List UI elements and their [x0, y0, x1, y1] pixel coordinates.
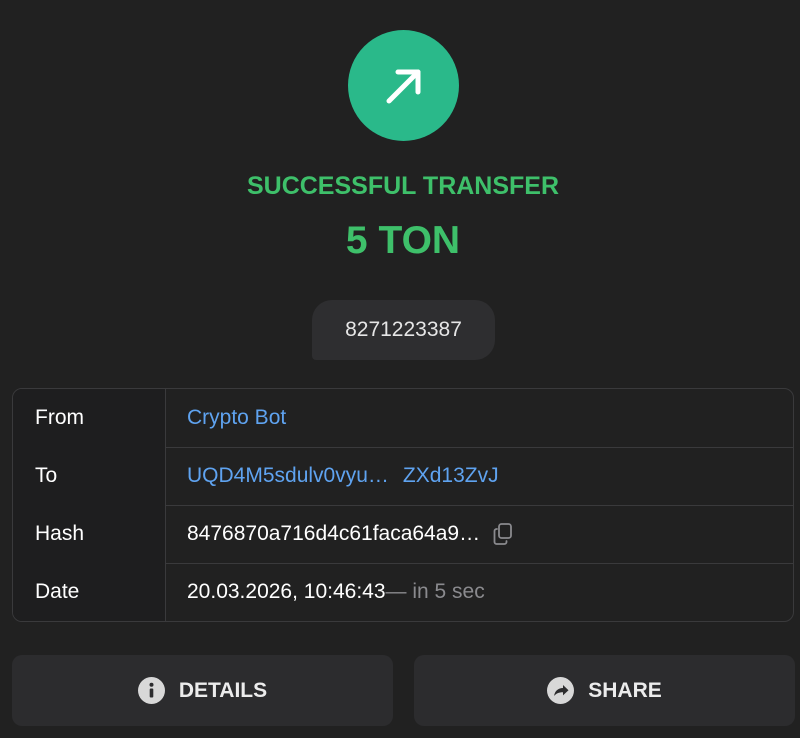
date-relative: — in 5 sec — [385, 580, 485, 603]
share-icon — [547, 677, 575, 704]
hash-value: 8476870a716d4c61faca64a9… — [187, 522, 481, 545]
status-title: SUCCESSFUL TRANSFER — [246, 172, 560, 200]
arrow-up-right-icon — [386, 69, 420, 103]
row-hash: Hash 8476870a716d4c61faca64a9… — [13, 505, 793, 564]
hash-label: Hash — [13, 505, 166, 563]
transaction-page: SUCCESSFUL TRANSFER 5 TON 8271223387 Fro… — [0, 0, 800, 738]
from-value-cell: Crypto Bot — [166, 389, 793, 447]
to-address-link[interactable]: UQD4M5sdulv0vyu… ZXd13ZvJ — [187, 464, 499, 488]
row-to: To UQD4M5sdulv0vyu… ZXd13ZvJ — [13, 447, 793, 506]
to-address-start: UQD4M5sdulv0vyu… — [187, 464, 389, 487]
share-button-label: SHARE — [588, 678, 662, 702]
row-date: Date 20.03.2026, 10:46:43 — in 5 sec — [13, 563, 793, 621]
date-value-cell: 20.03.2026, 10:46:43 — in 5 sec — [166, 563, 793, 621]
share-button[interactable]: SHARE — [414, 655, 795, 726]
comment-bubble: 8271223387 — [312, 300, 495, 360]
details-button[interactable]: DETAILS — [12, 655, 393, 726]
date-label: Date — [13, 563, 166, 621]
copy-icon[interactable] — [492, 522, 514, 546]
row-from: From Crypto Bot — [13, 389, 793, 448]
info-icon — [137, 677, 165, 704]
date-value: 20.03.2026, 10:46:43 — [187, 580, 386, 603]
hash-value-cell: 8476870a716d4c61faca64a9… — [166, 505, 793, 563]
transaction-details-table: From Crypto Bot To UQD4M5sdulv0vyu… ZXd13… — [12, 388, 794, 622]
to-value-cell: UQD4M5sdulv0vyu… ZXd13ZvJ — [166, 447, 793, 505]
from-link[interactable]: Crypto Bot — [187, 406, 286, 430]
to-label: To — [13, 447, 166, 505]
to-address-end: ZXd13ZvJ — [402, 464, 499, 487]
from-label: From — [13, 389, 166, 447]
transfer-status-circle — [348, 30, 459, 141]
details-button-label: DETAILS — [178, 678, 268, 702]
transfer-amount: 5 TON — [345, 219, 461, 262]
